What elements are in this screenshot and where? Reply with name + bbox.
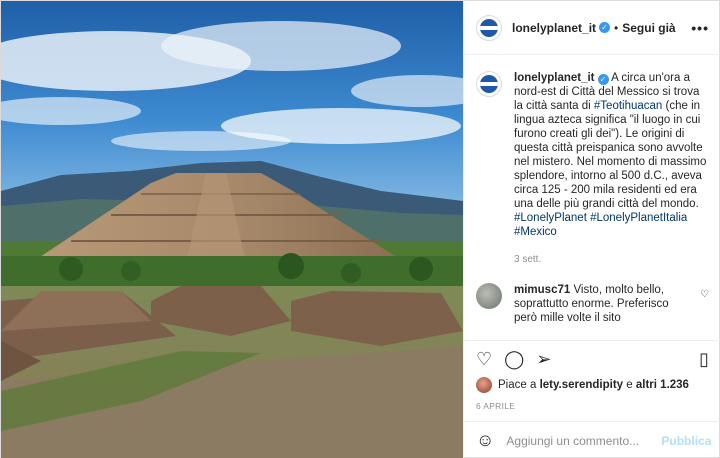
comment-body: mimusc71 Visto, molto bello, soprattutto… [514,283,709,325]
likes-others[interactable]: altri 1.236 [636,379,689,391]
caption-text-2: (che in lingua azteca significa "il luog… [514,100,707,210]
pyramid-photo [1,1,463,458]
comment-item: mimusc71 Visto, molto bello, soprattutto… [476,283,709,325]
comment-like-icon[interactable]: ♡ [700,289,709,300]
verified-icon: ✓ [597,74,609,85]
publish-button[interactable]: Pubblica [661,434,711,448]
emoji-icon[interactable]: ☺ [476,430,494,451]
caption-avatar[interactable] [476,71,502,97]
lonely-planet-logo [480,75,498,93]
liker-avatar[interactable] [476,377,492,393]
account-avatar[interactable] [476,14,502,41]
share-icon[interactable]: ➢ [536,350,551,368]
caption-hashtags[interactable]: #LonelyPlanet #LonelyPlanetItalia #Mexic… [514,212,687,238]
instagram-post-modal: lonelyplanet_it ✓ • Segui già ••• lonely… [0,0,720,458]
caption-time[interactable]: 3 sett. [514,253,709,267]
follow-button[interactable]: Segui già [622,21,675,35]
add-comment-bar: ☺ Pubblica [464,421,720,458]
likes-middle: e [626,379,633,391]
more-options-icon[interactable]: ••• [691,20,709,36]
account-username[interactable]: lonelyplanet_it [512,21,596,35]
hashtag-teotihuacan[interactable]: #Teotihuacan [594,100,662,112]
caption-body: lonelyplanet_it ✓ A circa un'ora a nord-e… [514,71,709,267]
liker-username[interactable]: lety.serendipity [540,379,624,391]
commenter-username[interactable]: mimusc71 [514,284,570,296]
post-photo[interactable] [1,1,463,458]
caption-username[interactable]: lonelyplanet_it [514,72,595,84]
post-caption: lonelyplanet_it ✓ A circa un'ora a nord-e… [476,71,709,267]
comment-icon[interactable]: ◯ [504,350,524,368]
lonely-planet-logo [480,18,498,37]
comments-area[interactable]: lonelyplanet_it ✓ A circa un'ora a nord-e… [464,55,720,341]
post-header: lonelyplanet_it ✓ • Segui già ••• [464,1,720,55]
action-bar: ♡ ◯ ➢ ▯ [464,341,720,377]
bookmark-icon[interactable]: ▯ [699,350,709,368]
heart-icon[interactable]: ♡ [476,350,492,368]
comment-input[interactable] [506,433,662,448]
likes-prefix: Piace a [498,379,537,391]
commenter-avatar[interactable] [476,283,502,309]
verified-icon: ✓ [599,22,611,33]
separator-dot: • [614,20,619,35]
likes-summary: Piace a lety.serendipity e altri 1.236 [464,377,720,393]
post-date[interactable]: 6 APRILE [464,393,720,411]
post-sidebar: lonelyplanet_it ✓ • Segui già ••• lonely… [463,1,720,458]
